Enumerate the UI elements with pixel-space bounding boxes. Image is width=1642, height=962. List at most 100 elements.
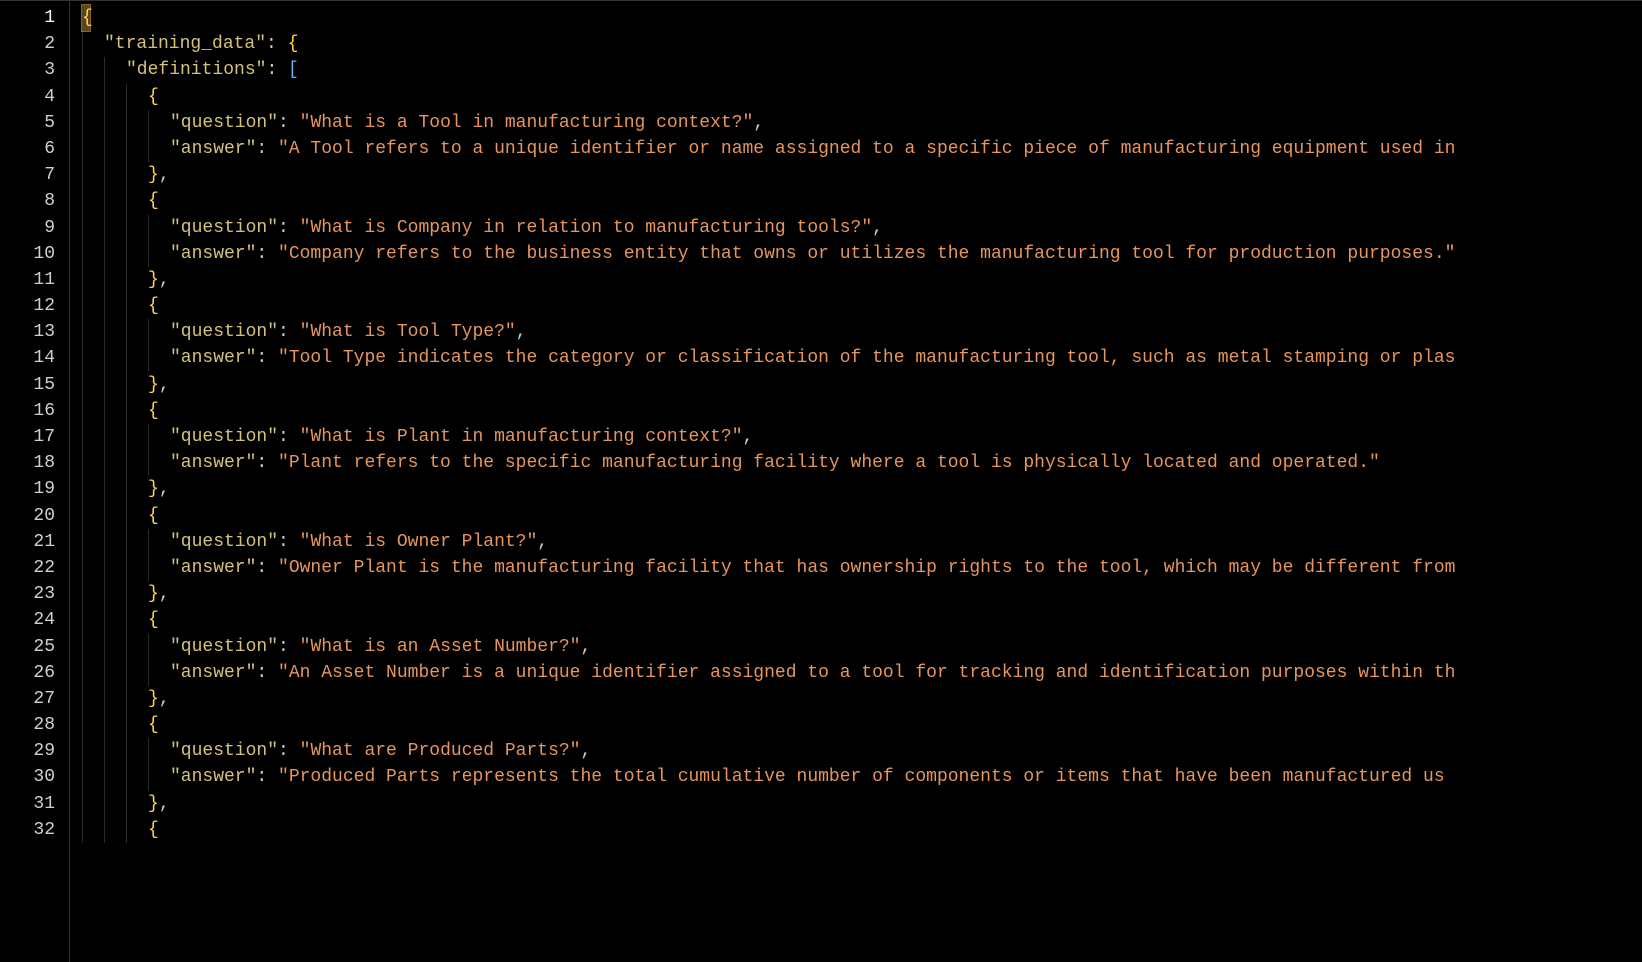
code-line[interactable]: "answer": "A Tool refers to a unique ide… [82, 136, 1642, 162]
token-str: "What is a Tool in manufacturing context… [300, 113, 754, 133]
token-punc: , [872, 218, 883, 238]
token-punc: , [753, 113, 764, 133]
code-line[interactable]: { [82, 817, 1642, 843]
token-punc: , [159, 270, 170, 290]
code-line[interactable]: }, [82, 267, 1642, 293]
line-number: 29 [0, 738, 69, 764]
token-str: "Owner Plant is the manufacturing facili… [278, 558, 1455, 578]
token-brace: { [148, 610, 159, 630]
token-punc: , [537, 532, 548, 552]
token-punc: : [266, 60, 288, 80]
token-brace: } [148, 270, 159, 290]
code-line[interactable]: { [82, 503, 1642, 529]
token-bracket: [ [288, 60, 299, 80]
line-number: 10 [0, 241, 69, 267]
code-line[interactable]: "answer": "Tool Type indicates the categ… [82, 345, 1642, 371]
code-line[interactable]: }, [82, 686, 1642, 712]
code-line[interactable]: "question": "What is a Tool in manufactu… [82, 110, 1642, 136]
code-line[interactable]: "question": "What is Tool Type?", [82, 319, 1642, 345]
token-brace: { [148, 87, 159, 107]
token-str: "Tool Type indicates the category or cla… [278, 348, 1455, 368]
line-number: 20 [0, 503, 69, 529]
token-punc: : [256, 558, 278, 578]
token-punc: : [266, 34, 288, 54]
token-key: "question" [170, 427, 278, 447]
token-str: "What is Owner Plant?" [300, 532, 538, 552]
token-punc: , [159, 479, 170, 499]
token-str: "What is Company in relation to manufact… [300, 218, 873, 238]
token-punc: : [256, 244, 278, 264]
line-number: 14 [0, 345, 69, 371]
token-brace: } [148, 165, 159, 185]
line-number: 1 [0, 5, 69, 31]
token-key: "question" [170, 322, 278, 342]
token-punc: , [516, 322, 527, 342]
token-str: "What are Produced Parts?" [300, 741, 581, 761]
line-number: 16 [0, 398, 69, 424]
code-line[interactable]: "training_data": { [82, 31, 1642, 57]
code-line[interactable]: "answer": "Plant refers to the specific … [82, 450, 1642, 476]
code-editor[interactable]: 1234567891011121314151617181920212223242… [0, 0, 1642, 962]
code-line[interactable]: { [82, 712, 1642, 738]
token-brace: { [148, 715, 159, 735]
token-punc: , [581, 637, 592, 657]
code-area[interactable]: {"training_data": {"definitions": [{"que… [70, 1, 1642, 962]
line-number: 8 [0, 188, 69, 214]
code-line[interactable]: }, [82, 372, 1642, 398]
line-number: 18 [0, 450, 69, 476]
code-line[interactable]: "definitions": [ [82, 57, 1642, 83]
line-number: 2 [0, 31, 69, 57]
token-brace: { [148, 191, 159, 211]
token-key: "answer" [170, 244, 256, 264]
code-line[interactable]: "question": "What is an Asset Number?", [82, 634, 1642, 660]
code-line[interactable]: }, [82, 791, 1642, 817]
code-line[interactable]: }, [82, 581, 1642, 607]
token-str: "A Tool refers to a unique identifier or… [278, 139, 1455, 159]
line-number: 25 [0, 634, 69, 660]
token-punc: : [256, 139, 278, 159]
line-number-gutter: 1234567891011121314151617181920212223242… [0, 1, 70, 962]
code-line[interactable]: "answer": "Company refers to the busines… [82, 241, 1642, 267]
token-key: "question" [170, 218, 278, 238]
code-line[interactable]: { [82, 293, 1642, 319]
token-punc: , [159, 375, 170, 395]
code-line[interactable]: "question": "What are Produced Parts?", [82, 738, 1642, 764]
token-punc: : [278, 637, 300, 657]
line-number: 12 [0, 293, 69, 319]
token-key: "answer" [170, 558, 256, 578]
token-str: "An Asset Number is a unique identifier … [278, 663, 1455, 683]
code-line[interactable]: "question": "What is Company in relation… [82, 215, 1642, 241]
code-line[interactable]: "question": "What is Plant in manufactur… [82, 424, 1642, 450]
token-brace: } [148, 479, 159, 499]
token-brace: { [148, 401, 159, 421]
code-line[interactable]: "answer": "Owner Plant is the manufactur… [82, 555, 1642, 581]
token-key: "training_data" [104, 34, 266, 54]
line-number: 30 [0, 764, 69, 790]
line-number: 3 [0, 57, 69, 83]
code-line[interactable]: "answer": "Produced Parts represents the… [82, 764, 1642, 790]
token-key: "answer" [170, 453, 256, 473]
line-number: 21 [0, 529, 69, 555]
token-brace: { [82, 8, 93, 28]
line-number: 17 [0, 424, 69, 450]
token-brace: } [148, 689, 159, 709]
token-punc: , [581, 741, 592, 761]
code-line[interactable]: "answer": "An Asset Number is a unique i… [82, 660, 1642, 686]
code-line[interactable]: { [82, 84, 1642, 110]
code-line[interactable]: { [82, 607, 1642, 633]
token-punc: , [159, 794, 170, 814]
line-number: 9 [0, 215, 69, 241]
token-brace: { [148, 820, 159, 840]
code-line[interactable]: { [82, 188, 1642, 214]
line-number: 6 [0, 136, 69, 162]
code-line[interactable]: "question": "What is Owner Plant?", [82, 529, 1642, 555]
code-line[interactable]: }, [82, 162, 1642, 188]
token-punc: : [278, 532, 300, 552]
token-punc: , [159, 584, 170, 604]
code-line[interactable]: { [82, 398, 1642, 424]
line-number: 22 [0, 555, 69, 581]
code-line[interactable]: { [82, 5, 1642, 31]
token-punc: : [256, 767, 278, 787]
token-str: "What is Plant in manufacturing context?… [300, 427, 743, 447]
code-line[interactable]: }, [82, 476, 1642, 502]
